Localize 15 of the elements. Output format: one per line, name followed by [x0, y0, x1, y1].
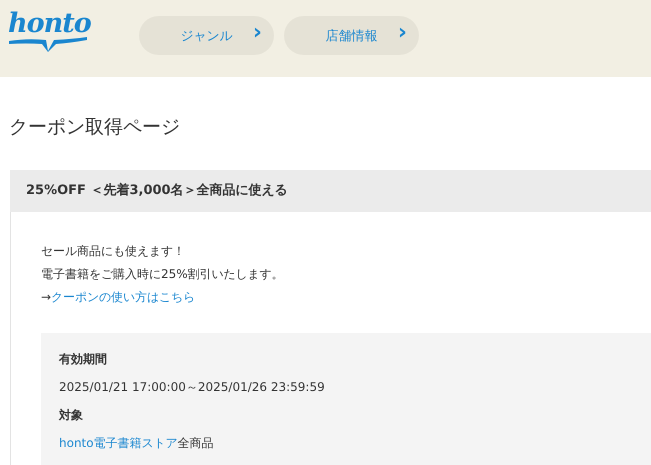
arrow-text: →	[41, 290, 52, 304]
coupon-title: 25%OFF ＜先着3,000名＞全商品に使える	[10, 170, 651, 212]
detail-value: 全商品	[178, 436, 214, 450]
detail-value: 2025/01/21 17:00:00～2025/01/26 23:59:59	[59, 380, 325, 394]
detail-label: 対象	[59, 407, 84, 424]
logo[interactable]: honto	[8, 10, 108, 38]
description-text: 電子書籍をご購入時に25%割引いたします。	[41, 266, 285, 283]
swoosh-icon	[8, 36, 88, 52]
description-text: セール商品にも使えます！	[41, 243, 186, 260]
page-title: クーポン取得ページ	[9, 115, 181, 140]
usage-link[interactable]: クーポンの使い方はこちら	[51, 290, 196, 304]
nav-button[interactable]: ジャンル ›	[139, 16, 274, 55]
nav-button[interactable]: 店舗情報 ›	[284, 16, 419, 55]
store-link[interactable]: honto電子書籍ストア	[59, 436, 178, 450]
detail-label: 有効期間	[59, 351, 108, 368]
